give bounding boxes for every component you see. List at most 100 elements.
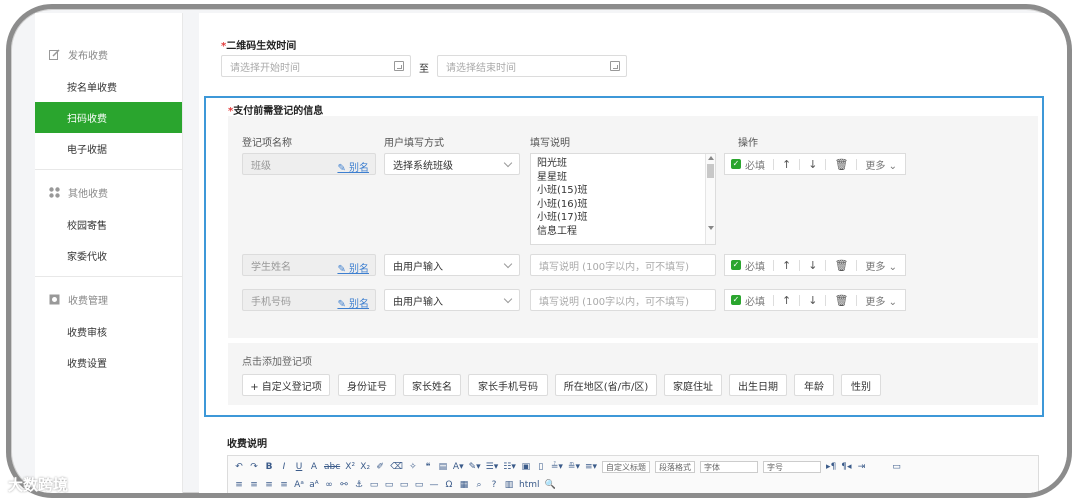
horizontal-rule-icon[interactable]: — — [429, 480, 439, 490]
strikethrough-icon[interactable]: abc — [324, 462, 340, 472]
end-time-input[interactable]: 请选择结束时间 — [437, 55, 627, 77]
mode-select[interactable]: 选择系统班级 — [384, 153, 520, 175]
mode-select[interactable]: 由用户输入 — [384, 289, 520, 311]
rtl-icon[interactable]: ¶◂ — [841, 462, 851, 472]
font-size-select[interactable]: 字号 — [763, 461, 822, 473]
quote-icon[interactable]: ❝ — [423, 462, 433, 472]
field-name-input[interactable]: 学生姓名 ✎ 别名 — [242, 254, 376, 276]
trash-icon[interactable]: 🗑 — [834, 259, 848, 272]
select-all-icon[interactable]: ▣ — [521, 462, 531, 472]
arrow-up-icon[interactable]: ↑ — [782, 158, 791, 171]
bold-icon[interactable]: B — [264, 462, 274, 472]
add-region-button[interactable]: 所在地区(省/市/区) — [555, 374, 657, 396]
case-upper-icon[interactable]: Aᵃ — [294, 480, 304, 490]
anchor-icon[interactable]: ⚓ — [354, 480, 364, 490]
template-icon[interactable]: ▥ — [504, 480, 514, 490]
arrow-down-icon[interactable]: ↓ — [808, 259, 817, 272]
add-address-button[interactable]: 家庭住址 — [664, 374, 722, 396]
image-none-icon[interactable]: ▭ — [369, 480, 379, 490]
font-color-icon[interactable]: A▾ — [453, 462, 464, 472]
image-right-icon[interactable]: ▭ — [399, 480, 409, 490]
arrow-up-icon[interactable]: ↑ — [782, 259, 791, 272]
mode-select[interactable]: 由用户输入 — [384, 254, 520, 276]
desc-input[interactable]: 填写说明 (100字以内，可不填写) — [530, 254, 716, 276]
required-checkbox[interactable]: ✓ — [731, 260, 741, 270]
html-source-icon[interactable]: html — [519, 480, 540, 490]
sidebar-item-consign[interactable]: 校园寄售 — [35, 209, 182, 240]
sidebar-item-review[interactable]: 收费审核 — [35, 316, 182, 347]
sidebar-item-by-list[interactable]: 按名单收费 — [35, 71, 182, 102]
alias-link[interactable]: ✎ 别名 — [337, 295, 369, 310]
field-name-input[interactable]: 手机号码 ✎ 别名 — [242, 289, 376, 311]
add-gender-button[interactable]: 性别 — [841, 374, 881, 396]
font-family-select[interactable]: 字体 — [700, 461, 759, 473]
image-left-icon[interactable]: ▭ — [384, 480, 394, 490]
special-char-icon[interactable]: Ω — [444, 480, 454, 490]
align-left-icon[interactable]: ≡ — [234, 480, 244, 490]
autotype-icon[interactable]: ✧ — [408, 462, 418, 472]
help-icon[interactable]: ? — [489, 480, 499, 490]
row-spacing-top-icon[interactable]: ≟▾ — [551, 462, 563, 472]
add-birthday-button[interactable]: 出生日期 — [729, 374, 787, 396]
more-button[interactable]: 更多 ⌄ — [865, 157, 897, 172]
eraser-icon[interactable]: ⌫ — [390, 462, 403, 472]
required-checkbox[interactable]: ✓ — [731, 159, 741, 169]
sidebar-item-settings[interactable]: 收费设置 — [35, 347, 182, 378]
add-age-button[interactable]: 年龄 — [794, 374, 834, 396]
required-label: 必填 — [745, 261, 765, 273]
scrollbar[interactable] — [705, 154, 715, 244]
underline-icon[interactable]: U — [294, 462, 304, 472]
required-checkbox[interactable]: ✓ — [731, 295, 741, 305]
arrow-up-icon[interactable]: ↑ — [782, 294, 791, 307]
alias-link[interactable]: ✎ 别名 — [337, 159, 369, 174]
ordered-list-icon[interactable]: ☰▾ — [486, 462, 499, 472]
redo-icon[interactable]: ↷ — [249, 462, 259, 472]
image-center-icon[interactable]: ▭ — [414, 480, 424, 490]
row-spacing-bottom-icon[interactable]: ≞▾ — [568, 462, 580, 472]
ltr-icon[interactable]: ▸¶ — [826, 462, 836, 472]
subscript-icon[interactable]: X₂ — [360, 462, 370, 472]
paragraph-format-select[interactable]: 段落格式 — [655, 461, 696, 473]
add-custom-button[interactable]: + 自定义登记项 — [242, 374, 330, 396]
trash-icon[interactable]: 🗑 — [834, 294, 848, 307]
more-button[interactable]: 更多 ⌄ — [865, 258, 897, 273]
format-brush-icon[interactable]: ✐ — [375, 462, 385, 472]
font-border-icon[interactable]: A — [309, 462, 319, 472]
add-parent-phone-button[interactable]: 家长手机号码 — [468, 374, 548, 396]
desc-input[interactable]: 填写说明 (100字以内，可不填写) — [530, 289, 716, 311]
preview-icon[interactable]: 🔍 — [545, 480, 556, 490]
add-parent-name-button[interactable]: 家长姓名 — [403, 374, 461, 396]
case-lower-icon[interactable]: aᴬ — [309, 480, 319, 490]
fullscreen-icon[interactable]: ▭ — [892, 462, 902, 472]
add-id-number-button[interactable]: 身份证号 — [338, 374, 396, 396]
highlight-icon[interactable]: ✎▾ — [469, 462, 481, 472]
superscript-icon[interactable]: X² — [345, 462, 355, 472]
calendar-icon — [394, 61, 404, 71]
link-icon[interactable]: ∞ — [324, 480, 334, 490]
arrow-down-icon[interactable]: ↓ — [808, 158, 817, 171]
undo-icon[interactable]: ↶ — [234, 462, 244, 472]
arrow-down-icon[interactable]: ↓ — [808, 294, 817, 307]
search-replace-icon[interactable]: ⌕ — [474, 480, 484, 490]
field-name-input[interactable]: 班级 ✎ 别名 — [242, 153, 376, 175]
align-right-icon[interactable]: ≡ — [264, 480, 274, 490]
start-time-input[interactable]: 请选择开始时间 — [221, 55, 411, 77]
align-justify-icon[interactable]: ≡ — [279, 480, 289, 490]
trash-icon[interactable]: 🗑 — [834, 158, 848, 171]
clear-doc-icon[interactable]: ▯ — [536, 462, 546, 472]
map-icon[interactable]: ▦ — [459, 480, 469, 490]
sidebar-item-parent-collect[interactable]: 家委代收 — [35, 240, 182, 271]
line-height-icon[interactable]: ≡▾ — [585, 462, 597, 472]
paste-icon[interactable]: ▤ — [438, 462, 448, 472]
sidebar-item-e-receipt[interactable]: 电子收据 — [35, 133, 182, 164]
custom-title-select[interactable]: 自定义标题 — [602, 461, 651, 473]
sidebar-item-scan-pay[interactable]: 扫码收费 — [35, 102, 182, 133]
more-button[interactable]: 更多 ⌄ — [865, 293, 897, 308]
unlink-icon[interactable]: ⚯ — [339, 480, 349, 490]
italic-icon[interactable]: I — [279, 462, 289, 472]
indent-icon[interactable]: ⇥ — [857, 462, 867, 472]
align-center-icon[interactable]: ≡ — [249, 480, 259, 490]
unordered-list-icon[interactable]: ☷▾ — [503, 462, 516, 472]
options-textarea[interactable]: 阳光班 星星班 小班(15)班 小班(16)班 小班(17)班 信息工程 — [530, 153, 716, 245]
alias-link[interactable]: ✎ 别名 — [337, 260, 369, 275]
